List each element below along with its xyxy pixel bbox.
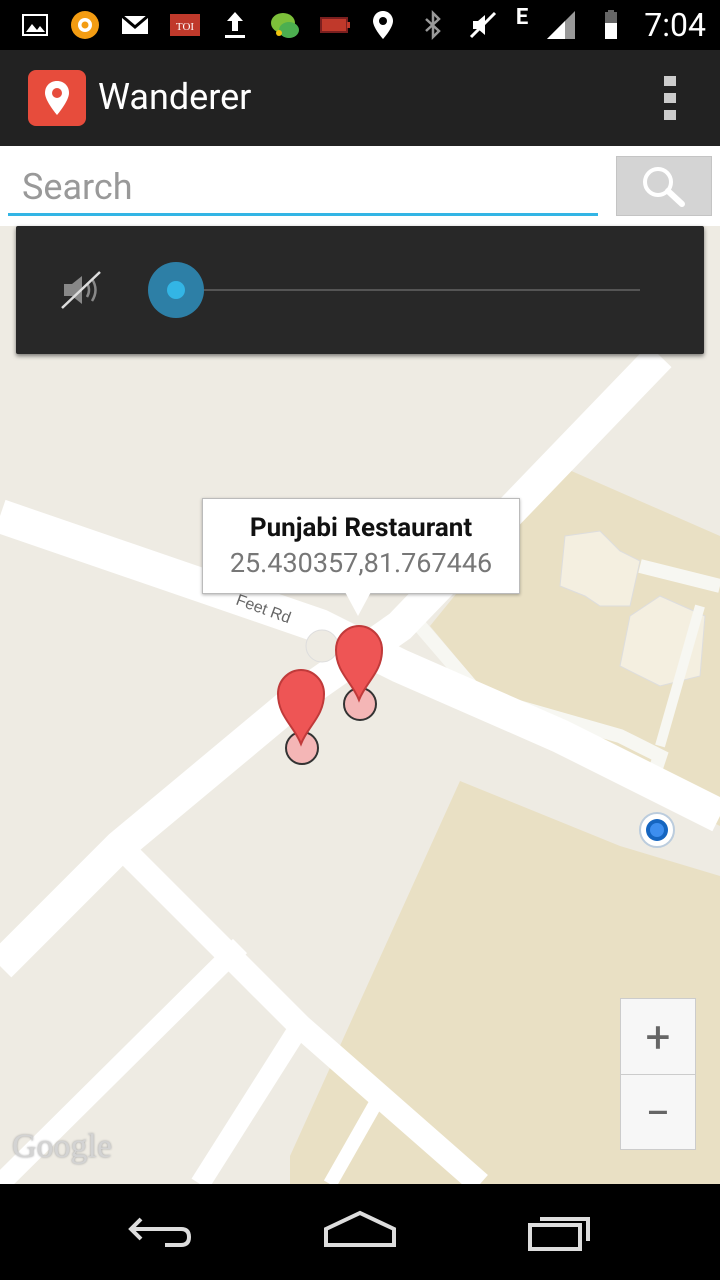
status-bar: TOI E 7:04 [0,0,720,50]
nav-bar [0,1184,720,1280]
location-icon [366,8,400,42]
clock: 7:04 [644,6,706,44]
roundabout [305,629,339,663]
marker-1[interactable] [334,624,384,721]
audible-icon [68,8,102,42]
battery-alert-icon [318,8,352,42]
recents-icon[interactable] [522,1206,602,1256]
upload-icon [218,8,252,42]
search-icon [643,167,685,207]
app-title: Wanderer [98,76,252,118]
toi-icon: TOI [168,8,202,42]
overflow-menu-icon[interactable] [664,76,676,120]
info-title: Punjabi Restaurant [249,513,473,543]
search-button[interactable] [616,156,712,216]
map-view[interactable]: Feet Rd [0,226,720,1184]
marker-2[interactable] [276,668,326,765]
chat-icon [268,8,302,42]
marker-info-window[interactable]: Punjabi Restaurant 25.430357,81.767446 [202,498,520,594]
my-location-dot [639,812,675,848]
home-icon[interactable] [320,1206,400,1256]
bluetooth-icon [416,8,450,42]
map-tiles: Feet Rd [0,344,720,1184]
signal-icon [544,8,578,42]
info-coordinates: 25.430357,81.767446 [229,547,493,579]
mute-icon [466,8,500,42]
back-icon[interactable] [120,1206,200,1256]
search-row [0,146,720,226]
search-input[interactable] [8,160,598,216]
gmail-icon [118,8,152,42]
info-window-tail [344,590,372,616]
speaker-muted-icon[interactable] [60,270,104,310]
action-bar: Wanderer [0,50,720,146]
zoom-in-button[interactable]: + [621,999,695,1075]
zoom-controls: + − [620,998,696,1150]
google-attribution: Google [12,1128,113,1165]
volume-panel [16,226,704,354]
volume-slider-track[interactable] [176,289,640,291]
volume-slider-thumb[interactable] [148,262,204,318]
zoom-out-button[interactable]: − [621,1075,695,1150]
network-type: E [515,4,529,30]
gallery-icon [18,8,52,42]
battery-icon [594,8,628,42]
map-pin-icon[interactable] [28,70,86,126]
svg-text:TOI: TOI [176,21,194,33]
